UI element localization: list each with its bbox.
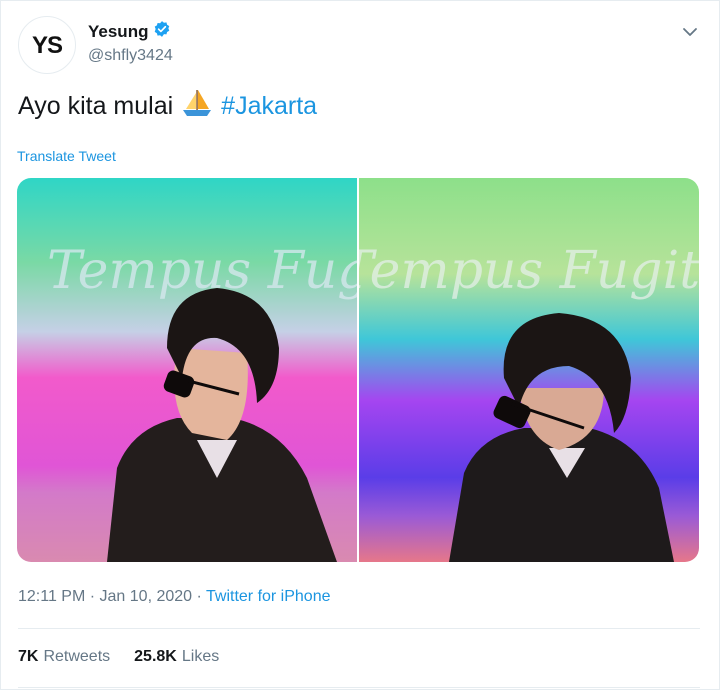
divider xyxy=(18,628,700,629)
hashtag-link[interactable]: #Jakarta xyxy=(221,92,317,121)
likes-count: 25.8K xyxy=(134,648,177,665)
photo-1[interactable]: Tempus Fugit, Amor Manet xyxy=(17,178,357,562)
user-handle[interactable]: @shfly3424 xyxy=(88,47,173,65)
media-grid: Tempus Fugit, Amor Manet xyxy=(17,178,699,562)
display-name-row: Yesung xyxy=(88,20,173,43)
verified-badge-icon xyxy=(153,20,171,43)
meta-separator: · xyxy=(196,588,202,605)
user-names: Yesung @shfly3424 xyxy=(88,20,173,65)
retweets-label: Retweets xyxy=(43,648,111,665)
tweet-source-link[interactable]: Twitter for iPhone xyxy=(206,588,331,605)
neon-text-2: Tempus Fugit, Amor Manet xyxy=(359,241,699,301)
tweet-text: Ayo kita mulai #Jakarta xyxy=(18,88,317,125)
tweet-body: Ayo kita mulai xyxy=(18,92,174,120)
translate-tweet-link[interactable]: Translate Tweet xyxy=(17,148,116,164)
ys-logo: YS xyxy=(32,32,64,58)
chevron-down-icon[interactable] xyxy=(680,22,700,42)
retweets-count: 7K xyxy=(18,648,39,665)
meta-separator: · xyxy=(89,588,96,605)
likes-label: Likes xyxy=(181,648,220,665)
retweets-stat[interactable]: 7K Retweets xyxy=(18,648,110,666)
tweet-date[interactable]: Jan 10, 2020 xyxy=(100,588,193,605)
tweet-header: YS Yesung @shfly3424 xyxy=(18,16,702,76)
sailboat-emoji xyxy=(181,88,213,125)
svg-text:YS: YS xyxy=(32,32,63,58)
photo-2[interactable]: Tempus Fugit, Amor Manet xyxy=(359,178,699,562)
divider xyxy=(18,687,700,688)
likes-stat[interactable]: 25.8K Likes xyxy=(134,648,219,666)
display-name[interactable]: Yesung xyxy=(88,22,148,42)
tweet-time[interactable]: 12:11 PM xyxy=(18,588,85,605)
tweet-meta: 12:11 PM · Jan 10, 2020 · Twitter for iP… xyxy=(18,588,331,606)
tweet-stats: 7K Retweets 25.8K Likes xyxy=(18,648,219,666)
avatar[interactable]: YS xyxy=(18,16,76,74)
